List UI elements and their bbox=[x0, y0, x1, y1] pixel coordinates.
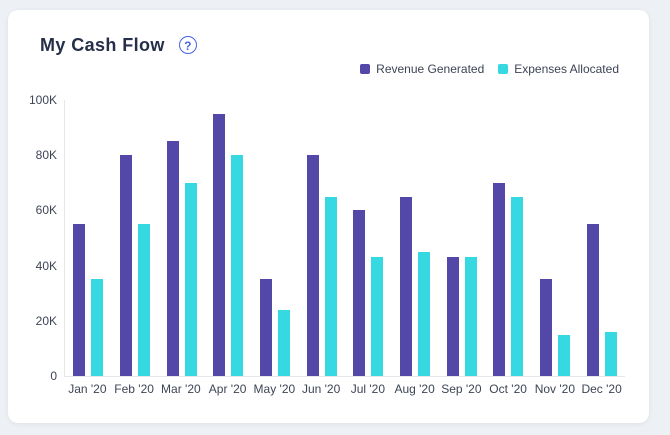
revenue-generated-bar[interactable] bbox=[540, 279, 552, 376]
expenses-allocated-bar[interactable] bbox=[325, 197, 337, 376]
y-axis-tick-label: 100K bbox=[29, 93, 57, 107]
revenue-generated-bar[interactable] bbox=[213, 114, 225, 376]
bar-group bbox=[578, 100, 625, 376]
bar-chart: 020K40K60K80K100K Jan '20Feb '20Mar '20A… bbox=[64, 100, 625, 396]
plot-area: 020K40K60K80K100K bbox=[64, 100, 625, 377]
x-axis-label: Sep '20 bbox=[438, 382, 485, 396]
revenue-generated-bar[interactable] bbox=[587, 224, 599, 376]
bar-group bbox=[65, 100, 112, 376]
revenue-generated-bar[interactable] bbox=[400, 197, 412, 376]
revenue-generated-bar[interactable] bbox=[493, 183, 505, 376]
y-axis-tick-label: 80K bbox=[36, 148, 57, 162]
revenue-generated-bar[interactable] bbox=[353, 210, 365, 376]
x-axis-label: Jul '20 bbox=[345, 382, 392, 396]
bar-group bbox=[205, 100, 252, 376]
bar-group bbox=[112, 100, 159, 376]
bar-group bbox=[438, 100, 485, 376]
revenue-generated-bar[interactable] bbox=[167, 141, 179, 376]
y-axis-tick-label: 60K bbox=[36, 203, 57, 217]
x-axis-label: Dec '20 bbox=[578, 382, 625, 396]
expenses-allocated-bar[interactable] bbox=[231, 155, 243, 376]
expenses-allocated-bar[interactable] bbox=[138, 224, 150, 376]
bar-groups bbox=[65, 100, 625, 376]
x-axis-label: Apr '20 bbox=[204, 382, 251, 396]
revenue-generated-bar[interactable] bbox=[307, 155, 319, 376]
expenses-allocated-bar[interactable] bbox=[511, 197, 523, 376]
legend-item-expenses[interactable]: Expenses Allocated bbox=[498, 62, 619, 76]
y-axis-tick-label: 0 bbox=[50, 369, 57, 383]
expenses-allocated-bar[interactable] bbox=[278, 310, 290, 376]
bar-group bbox=[485, 100, 532, 376]
expenses-allocated-bar[interactable] bbox=[558, 335, 570, 376]
revenue-generated-bar[interactable] bbox=[447, 257, 459, 376]
x-axis-label: Jan '20 bbox=[64, 382, 111, 396]
chart-legend: Revenue Generated Expenses Allocated bbox=[40, 60, 633, 78]
x-axis-label: Aug '20 bbox=[391, 382, 438, 396]
y-axis-tick-label: 20K bbox=[36, 314, 57, 328]
revenue-generated-bar[interactable] bbox=[260, 279, 272, 376]
x-axis-label: Jun '20 bbox=[298, 382, 345, 396]
bar-group bbox=[532, 100, 579, 376]
legend-label: Revenue Generated bbox=[376, 62, 484, 76]
card-header: My Cash Flow ? bbox=[40, 32, 633, 58]
legend-item-revenue[interactable]: Revenue Generated bbox=[360, 62, 484, 76]
bar-group bbox=[345, 100, 392, 376]
x-axis-label: Oct '20 bbox=[485, 382, 532, 396]
expenses-allocated-bar[interactable] bbox=[465, 257, 477, 376]
y-axis-tick-label: 40K bbox=[36, 259, 57, 273]
expenses-allocated-bar[interactable] bbox=[371, 257, 383, 376]
legend-label: Expenses Allocated bbox=[514, 62, 619, 76]
revenue-generated-bar[interactable] bbox=[73, 224, 85, 376]
bar-group bbox=[392, 100, 439, 376]
cash-flow-card: My Cash Flow ? Revenue Generated Expense… bbox=[8, 10, 649, 423]
expenses-allocated-bar[interactable] bbox=[91, 279, 103, 376]
x-axis-label: Feb '20 bbox=[111, 382, 158, 396]
bar-group bbox=[298, 100, 345, 376]
bar-group bbox=[158, 100, 205, 376]
revenue-generated-bar[interactable] bbox=[120, 155, 132, 376]
help-icon[interactable]: ? bbox=[179, 36, 197, 54]
expenses-allocated-bar[interactable] bbox=[185, 183, 197, 376]
x-axis-label: Nov '20 bbox=[532, 382, 579, 396]
bar-group bbox=[252, 100, 299, 376]
revenue-swatch-icon bbox=[360, 64, 370, 74]
x-axis-label: May '20 bbox=[251, 382, 298, 396]
expenses-allocated-bar[interactable] bbox=[418, 252, 430, 376]
page-title: My Cash Flow bbox=[40, 35, 165, 56]
x-axis-label: Mar '20 bbox=[158, 382, 205, 396]
expenses-swatch-icon bbox=[498, 64, 508, 74]
expenses-allocated-bar[interactable] bbox=[605, 332, 617, 376]
x-axis-labels: Jan '20Feb '20Mar '20Apr '20May '20Jun '… bbox=[64, 382, 625, 396]
